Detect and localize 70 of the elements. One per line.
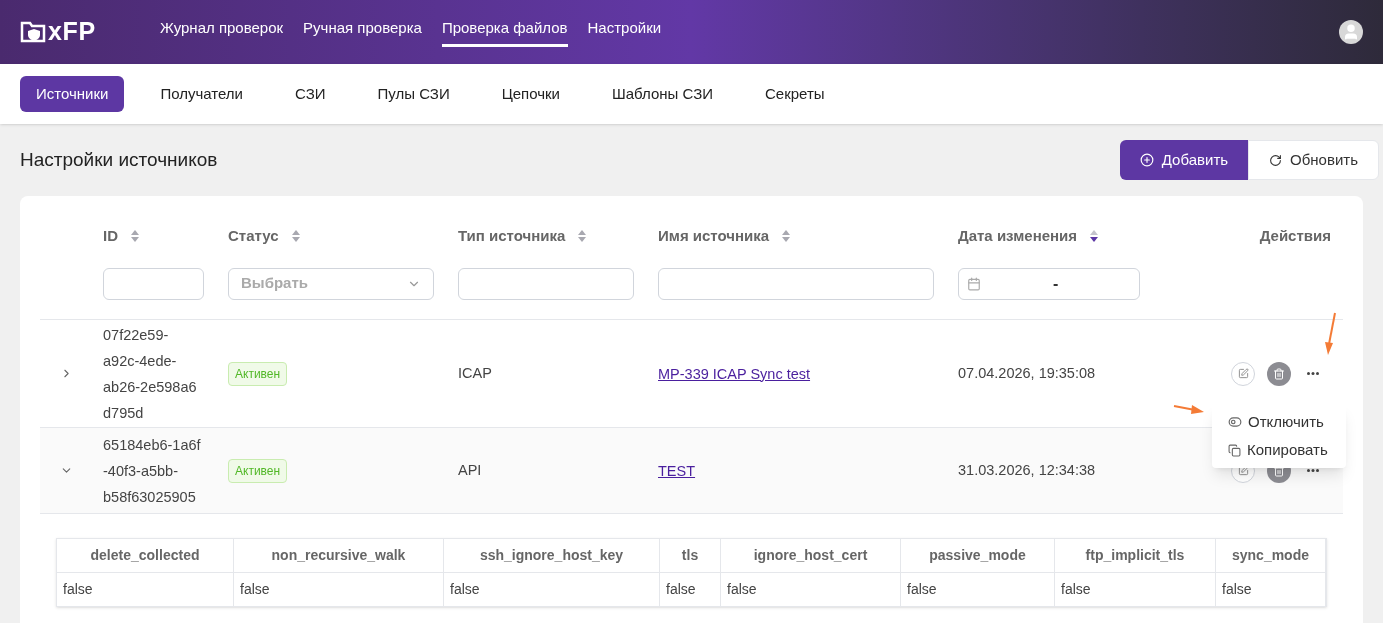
sub-tab[interactable]: Секреты	[749, 76, 841, 112]
status-tag: Активен	[228, 362, 288, 386]
nav-link[interactable]: Настройки	[587, 17, 662, 47]
refresh-icon	[1269, 153, 1283, 167]
annotation-arrow	[1322, 312, 1338, 356]
detail-cell: false	[1216, 573, 1326, 606]
status-tag: Активен	[228, 459, 288, 483]
ellipsis-icon	[1307, 469, 1319, 472]
detail-cell: false	[660, 573, 721, 606]
name-filter-field[interactable]	[658, 267, 934, 300]
trash-icon	[1273, 367, 1285, 380]
id-cell-text: 07f22e59- a92c-4ede- ab26-2e598a6 d795d	[103, 325, 198, 423]
source-link[interactable]: MP-339 ICAP Sync test	[658, 365, 811, 382]
toggle-icon	[1228, 415, 1242, 429]
column-header: Действия	[1259, 225, 1331, 246]
copy-icon	[1228, 443, 1241, 457]
sub-tab[interactable]: Цепочки	[485, 76, 576, 112]
column-header: Статус	[228, 225, 279, 246]
nav-link[interactable]: Ручная проверка	[303, 17, 422, 47]
calendar-icon	[967, 276, 981, 291]
detail-header: ssh_ignore_host_key	[444, 539, 660, 573]
detail-header: passive_mode	[901, 539, 1055, 573]
sub-tab[interactable]: СЗИ	[279, 76, 342, 112]
sub-tab[interactable]: Получатели	[144, 76, 259, 112]
menu-item[interactable]: Отключить	[1212, 408, 1346, 436]
column-header: ID	[103, 225, 118, 246]
page-title: Настройки источников	[20, 147, 218, 172]
edit-button[interactable]	[1231, 361, 1255, 386]
nav-link[interactable]: Журнал проверок	[160, 17, 284, 47]
detail-header: delete_collected	[57, 539, 234, 573]
id-cell-text: 65184eb6-1a6f -40f3-a5bb- b58f63025905	[103, 435, 202, 507]
detail-header: ftp_implicit_tls	[1055, 539, 1216, 573]
date-cell-text: 31.03.2026, 12:34:38	[958, 460, 1097, 480]
menu-item[interactable]: Копировать	[1212, 436, 1346, 464]
date-cell-text: 07.04.2026, 19:35:08	[958, 363, 1097, 383]
id-filter-field[interactable]	[103, 267, 204, 300]
type-cell-text: ICAP	[458, 363, 493, 383]
detail-header: tls	[660, 539, 721, 573]
avatar-icon[interactable]	[1339, 20, 1363, 44]
detail-header: non_recursive_walk	[234, 539, 444, 573]
column-header: Тип источника	[458, 225, 566, 246]
sort-icon[interactable]	[1089, 229, 1100, 243]
ellipsis-icon	[1307, 372, 1319, 375]
add-button[interactable]: Добавить	[1119, 140, 1249, 180]
detail-cell: false	[1055, 573, 1216, 606]
detail-cell: false	[57, 573, 234, 606]
detail-cell: false	[721, 573, 901, 606]
detail-header: sync_mode	[1216, 539, 1326, 573]
refresh-button[interactable]: Обновить	[1248, 140, 1379, 180]
source-link[interactable]: TEST	[658, 462, 696, 479]
plus-icon	[1139, 153, 1154, 167]
column-header: Дата изменения	[958, 225, 1078, 246]
detail-cell: false	[234, 573, 444, 606]
type-cell-text: API	[458, 460, 483, 480]
detail-cell: false	[901, 573, 1055, 606]
annotation-arrow	[1173, 404, 1205, 416]
delete-button[interactable]	[1267, 361, 1291, 386]
sub-tab[interactable]: Пулы СЗИ	[361, 76, 466, 112]
detail-cell: false	[444, 573, 660, 606]
sub-tab[interactable]: Шаблоны СЗИ	[596, 76, 730, 112]
logo-text: xFP	[48, 16, 96, 48]
date-range-field[interactable]: -	[958, 267, 1140, 300]
logo-icon	[20, 20, 46, 44]
detail-header: ignore_host_cert	[721, 539, 901, 573]
nav-link[interactable]: Проверка файлов	[441, 17, 568, 47]
edit-icon	[1237, 465, 1249, 476]
edit-icon	[1237, 368, 1249, 379]
sub-tab[interactable]: Источники	[20, 76, 125, 112]
type-filter-field[interactable]	[458, 267, 634, 300]
column-header: Имя источника	[658, 225, 770, 246]
